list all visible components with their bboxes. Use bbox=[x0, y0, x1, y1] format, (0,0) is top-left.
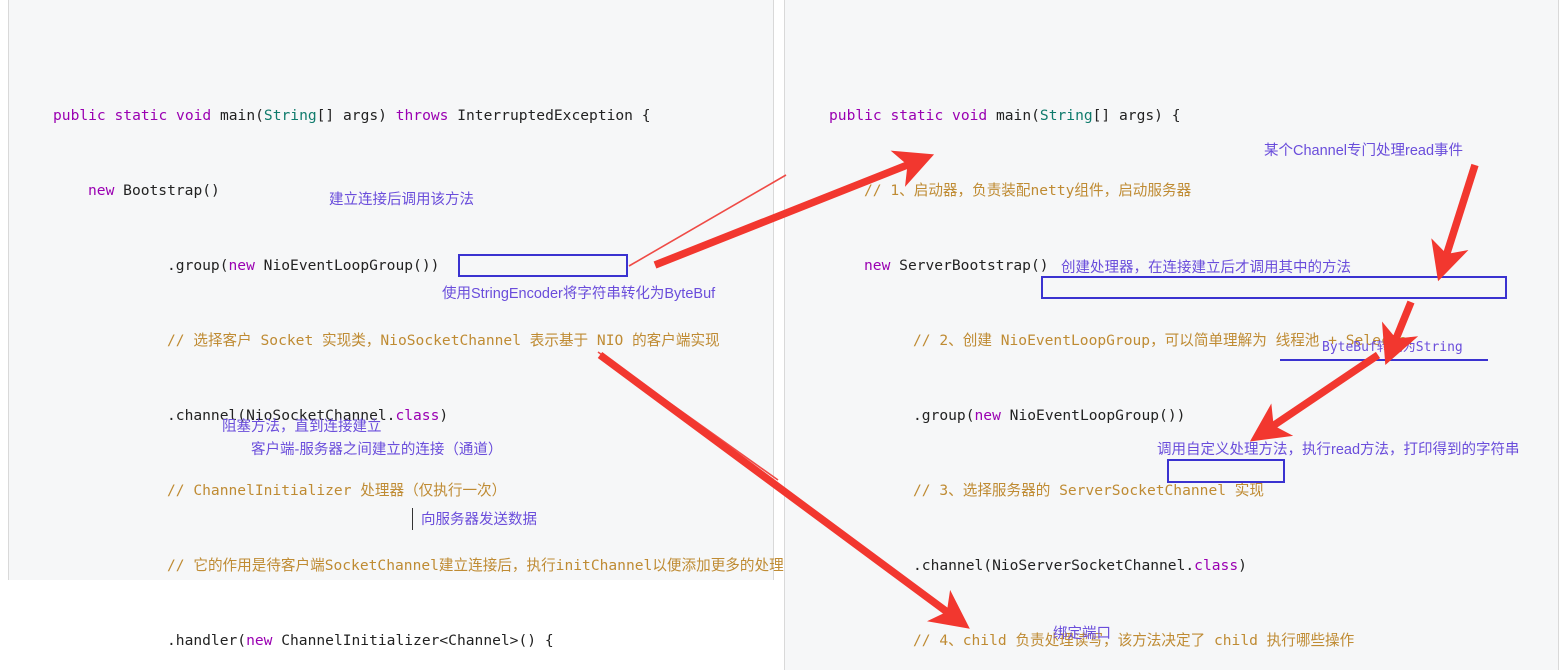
note-channel-is-connection: 客户端-服务器之间建立的连接（通道） bbox=[251, 441, 502, 459]
note-handler-created-called-after-connect: 创建处理器，在连接建立后才调用其中的方法 bbox=[1061, 259, 1351, 277]
code-line: .handler(new ChannelInitializer<Channel>… bbox=[9, 628, 773, 653]
note-bind-port: 绑定端口 bbox=[1053, 625, 1111, 643]
code-line: // ChannelInitializer 处理器（仅执行一次） bbox=[9, 478, 773, 503]
note-init-channel-called-after-connect: 建立连接后调用该方法 bbox=[329, 191, 474, 209]
code-line: .group(new NioEventLoopGroup()) bbox=[785, 403, 1558, 428]
code-line: // 3、选择服务器的 ServerSocketChannel 实现 bbox=[785, 478, 1558, 503]
code-line: .group(new NioEventLoopGroup()) bbox=[9, 253, 773, 278]
note-bytebuf-to-string: ByteBuf转化为String bbox=[1322, 339, 1463, 357]
code-line: public static void main(String[] args) { bbox=[785, 103, 1558, 128]
code-line: .channel(NioServerSocketChannel.class) bbox=[785, 553, 1558, 578]
code-line: // 选择客户 Socket 实现类，NioSocketChannel 表示基于… bbox=[9, 328, 773, 353]
screenshot-root: public static void main(String[] args) t… bbox=[0, 0, 1565, 670]
note-string-encoder-to-bytebuf: 使用StringEncoder将字符串转化为ByteBuf bbox=[442, 285, 715, 303]
code-line: // 4、child 负责处理读写，该方法决定了 child 执行哪些操作 bbox=[785, 628, 1558, 653]
code-line: // 1、启动器，负责装配netty组件，启动服务器 bbox=[785, 178, 1558, 203]
server-bootstrap-code-panel[interactable]: public static void main(String[] args) {… bbox=[784, 0, 1559, 670]
code-line: public static void main(String[] args) t… bbox=[9, 103, 773, 128]
code-line: .channel(NioSocketChannel.class) bbox=[9, 403, 773, 428]
note-write-and-flush-send: 向服务器发送数据 bbox=[421, 511, 537, 529]
note-custom-read-print: 调用自定义处理方法，执行read方法，打印得到的字符串 bbox=[1157, 441, 1520, 459]
note-sync-blocking: 阻塞方法，直到连接建立 bbox=[222, 418, 382, 436]
code-line: // 它的作用是待客户端SocketChannel建立连接后，执行initCha… bbox=[9, 553, 773, 578]
note-channel-handles-read: 某个Channel专门处理read事件 bbox=[1264, 142, 1463, 160]
